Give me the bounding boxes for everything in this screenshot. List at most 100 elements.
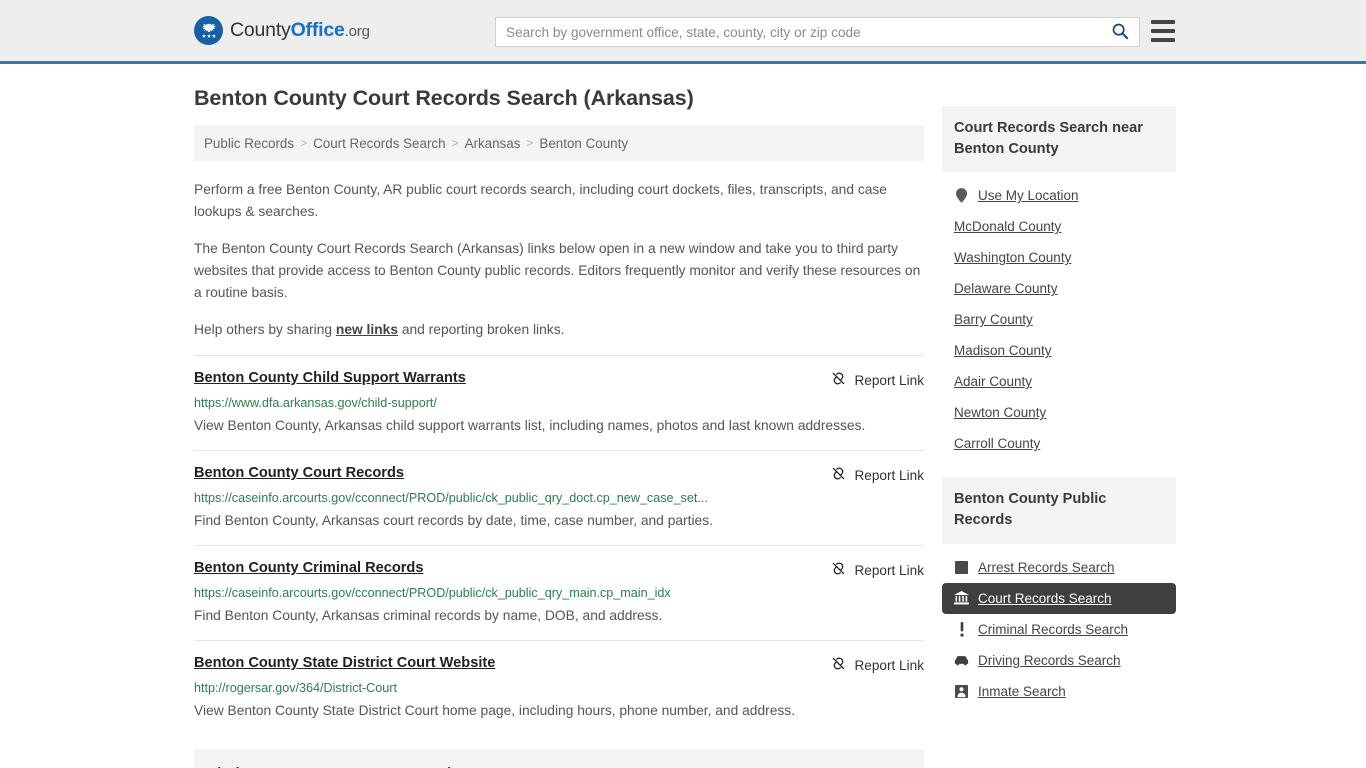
sidebar-item-label: McDonald County xyxy=(954,219,1062,235)
intro-paragraph-2: The Benton County Court Records Search (… xyxy=(194,240,921,301)
sidebar-item-court-records-search[interactable]: Court Records Search xyxy=(942,582,1176,614)
sidebar-nearby-block: Court Records Search near Benton County … xyxy=(942,106,1176,463)
logo-text-office: Office xyxy=(290,19,345,41)
report-link-label: Report Link xyxy=(854,467,924,483)
sidebar-item-label: Washington County xyxy=(954,250,1072,266)
result-header: Benton County Criminal Records Report Li… xyxy=(194,560,924,579)
result-header: Benton County State District Court Websi… xyxy=(194,655,924,674)
sidebar-item-label: Driving Records Search xyxy=(978,652,1121,668)
sidebar-item-driving-records-search[interactable]: Driving Records Search xyxy=(942,645,1176,676)
sidebar-item-barry-county[interactable]: Barry County xyxy=(942,304,1176,335)
report-link-button[interactable]: Report Link xyxy=(831,655,924,674)
sidebar-item-label: Arrest Records Search xyxy=(978,559,1115,575)
sidebar-nearby-list: Use My Location McDonald County Washingt… xyxy=(942,172,1176,463)
hamburger-bar xyxy=(1151,29,1175,33)
sidebar-item-criminal-records-search[interactable]: Criminal Records Search xyxy=(942,614,1176,645)
breadcrumb-item-benton-county: Benton County xyxy=(539,135,629,151)
main-content: Benton County Court Records Search (Arka… xyxy=(194,86,924,768)
sidebar-item-label: Adair County xyxy=(954,374,1033,390)
breadcrumb-separator-icon: > xyxy=(300,136,308,150)
site-logo[interactable]: CountyOffice.org xyxy=(194,16,370,45)
breadcrumb-item-court-records-search[interactable]: Court Records Search xyxy=(313,136,445,151)
sidebar-item-label: Delaware County xyxy=(954,281,1058,297)
sidebar: Court Records Search near Benton County … xyxy=(942,86,1176,768)
result-title-link[interactable]: Benton County Child Support Warrants xyxy=(194,370,466,388)
sidebar-item-label: Barry County xyxy=(954,312,1033,328)
sidebar-item-label: Inmate Search xyxy=(978,683,1066,699)
result-title-link[interactable]: Benton County Criminal Records xyxy=(194,560,423,578)
result-description: View Benton County State District Court … xyxy=(194,703,796,719)
result-header: Benton County Court Records Report Link xyxy=(194,465,924,484)
result-url-link[interactable]: http://rogersar.gov/364/District-Court xyxy=(194,681,924,697)
result-header: Benton County Child Support Warrants Rep… xyxy=(194,370,924,389)
sidebar-item-label: Court Records Search xyxy=(978,590,1112,606)
sidebar-item-label: Use My Location xyxy=(978,188,1079,204)
unlink-icon xyxy=(831,656,846,674)
sidebar-item-madison-county[interactable]: Madison County xyxy=(942,335,1176,366)
fingerprint-icon xyxy=(954,560,969,575)
result-item: Benton County Criminal Records Report Li… xyxy=(194,545,924,640)
find-records-box: Find Benton County Court Records xyxy=(194,749,924,768)
report-link-button[interactable]: Report Link xyxy=(831,370,924,389)
intro-paragraph-1: Perform a free Benton County, AR public … xyxy=(194,182,887,220)
help-line-after: and reporting broken links. xyxy=(398,321,565,337)
report-link-button[interactable]: Report Link xyxy=(831,560,924,579)
exclamation-icon xyxy=(954,621,969,637)
sidebar-item-adair-county[interactable]: Adair County xyxy=(942,366,1176,397)
report-link-label: Report Link xyxy=(854,657,924,673)
unlink-icon xyxy=(831,561,846,579)
eagle-shield-icon xyxy=(194,16,223,45)
help-line-before: Help others by sharing xyxy=(194,321,336,337)
search-input[interactable] xyxy=(496,18,1101,46)
breadcrumb-separator-icon: > xyxy=(451,136,459,150)
sidebar-item-washington-county[interactable]: Washington County xyxy=(942,242,1176,273)
search-bar[interactable] xyxy=(495,17,1140,47)
sidebar-item-mcdonald-county[interactable]: McDonald County xyxy=(942,211,1176,242)
result-url-link[interactable]: https://caseinfo.arcourts.gov/cconnect/P… xyxy=(194,491,924,507)
breadcrumb-separator-icon: > xyxy=(526,136,534,150)
report-link-label: Report Link xyxy=(854,372,924,388)
sidebar-item-carroll-county[interactable]: Carroll County xyxy=(942,428,1176,459)
search-icon xyxy=(1111,22,1129,43)
breadcrumb-item-arkansas[interactable]: Arkansas xyxy=(465,136,521,151)
page-title: Benton County Court Records Search (Arka… xyxy=(194,86,694,110)
result-title-link[interactable]: Benton County Court Records xyxy=(194,465,404,483)
courthouse-icon xyxy=(954,591,969,606)
sidebar-public-records-list: Arrest Records Search Court Records Sear… xyxy=(942,544,1176,711)
result-item: Benton County State District Court Websi… xyxy=(194,640,924,735)
hamburger-menu-icon[interactable] xyxy=(1151,20,1175,42)
car-icon xyxy=(954,653,969,668)
result-item: Benton County Child Support Warrants Rep… xyxy=(194,355,924,450)
logo-text-org: .org xyxy=(344,23,370,40)
new-links-link[interactable]: new links xyxy=(336,322,398,337)
page-body: Benton County Court Records Search (Arka… xyxy=(0,64,1366,768)
logo-text-county: County xyxy=(230,19,291,41)
result-title-link[interactable]: Benton County State District Court Websi… xyxy=(194,655,495,673)
sidebar-public-records-block: Benton County Public Records Arrest Reco… xyxy=(942,477,1176,710)
site-logo-text: CountyOffice.org xyxy=(230,19,370,42)
breadcrumb-item-public-records[interactable]: Public Records xyxy=(204,136,294,151)
map-pin-icon xyxy=(954,188,969,204)
sidebar-item-use-my-location[interactable]: Use My Location xyxy=(942,180,1176,211)
unlink-icon xyxy=(831,371,846,389)
report-link-label: Report Link xyxy=(854,562,924,578)
sidebar-item-label: Carroll County xyxy=(954,436,1041,452)
sidebar-item-inmate-search[interactable]: Inmate Search xyxy=(942,676,1176,707)
result-item: Benton County Court Records Report Link … xyxy=(194,450,924,545)
result-url-link[interactable]: https://www.dfa.arkansas.gov/child-suppo… xyxy=(194,396,924,412)
sidebar-item-newton-county[interactable]: Newton County xyxy=(942,397,1176,428)
unlink-icon xyxy=(831,466,846,484)
hamburger-bar xyxy=(1151,20,1175,24)
sidebar-public-records-heading: Benton County Public Records xyxy=(942,477,1176,544)
result-description: View Benton County, Arkansas child suppo… xyxy=(194,417,866,433)
breadcrumb: Public Records > Court Records Search > … xyxy=(194,125,924,161)
report-link-button[interactable]: Report Link xyxy=(831,465,924,484)
sidebar-item-delaware-county[interactable]: Delaware County xyxy=(942,273,1176,304)
sidebar-item-arrest-records-search[interactable]: Arrest Records Search xyxy=(942,552,1176,583)
sidebar-item-label: Newton County xyxy=(954,405,1047,421)
result-description: Find Benton County, Arkansas criminal re… xyxy=(194,607,663,623)
hamburger-bar xyxy=(1151,38,1175,42)
result-url-link[interactable]: https://caseinfo.arcourts.gov/cconnect/P… xyxy=(194,586,924,602)
sidebar-nearby-heading: Court Records Search near Benton County xyxy=(942,106,1176,173)
search-button[interactable] xyxy=(1101,18,1139,46)
